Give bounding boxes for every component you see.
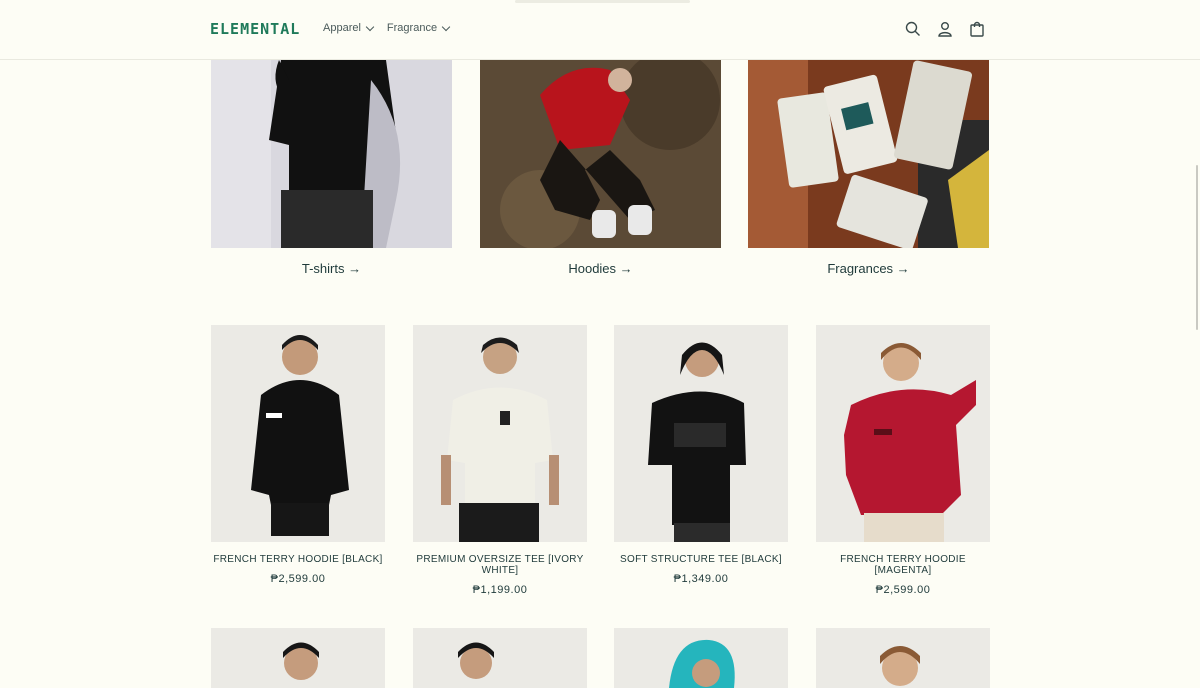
search-icon[interactable] (904, 20, 922, 38)
product-image[interactable] (614, 325, 788, 542)
category-image-hoodies[interactable] (480, 60, 721, 248)
product-card[interactable]: SOFT STRUCTURE TEE [BLACK] ₱1,349.00 (614, 325, 788, 585)
header-icons (904, 20, 986, 38)
product-card[interactable]: PREMIUM OVERSIZE TEE [IVORY WHITE] ₱1,19… (413, 325, 587, 596)
product-card[interactable]: FRENCH TERRY HOODIE [MAGENTA] ₱2,599.00 (816, 325, 990, 596)
chevron-down-icon (441, 22, 451, 31)
cart-icon[interactable] (968, 20, 986, 38)
product-price: ₱1,199.00 (472, 584, 528, 596)
page-scrollbar[interactable] (1196, 165, 1198, 330)
account-icon[interactable] (936, 20, 954, 38)
nav-apparel[interactable]: Apparel (323, 22, 375, 34)
product-price: ₱1,349.00 (673, 573, 729, 585)
nav-fragrance[interactable]: Fragrance (386, 22, 451, 34)
product-image[interactable] (413, 628, 587, 688)
chevron-down-icon (365, 22, 375, 31)
product-name[interactable]: FRENCH TERRY HOODIE [MAGENTA] (816, 554, 990, 576)
product-image[interactable] (816, 628, 990, 688)
product-image[interactable] (614, 628, 788, 688)
product-image[interactable] (211, 325, 385, 542)
top-scroll-indicator (515, 0, 690, 3)
category-image-tshirts[interactable] (211, 60, 452, 248)
product-card[interactable]: FRENCH TERRY HOODIE [BLACK] ₱2,599.00 (211, 325, 385, 585)
product-image[interactable] (413, 325, 587, 542)
category-link-tshirts[interactable]: T-shirts → (211, 261, 452, 276)
category-link-hoodies[interactable]: Hoodies → (480, 261, 721, 276)
product-name[interactable]: SOFT STRUCTURE TEE [BLACK] (614, 554, 788, 565)
site-header: ELEMENTAL Apparel Fragrance (0, 0, 1200, 60)
nav-apparel-label: Apparel (323, 22, 361, 34)
product-name[interactable]: FRENCH TERRY HOODIE [BLACK] (211, 554, 385, 565)
site-logo[interactable]: ELEMENTAL (210, 20, 300, 38)
product-price: ₱2,599.00 (875, 584, 931, 596)
product-name[interactable]: PREMIUM OVERSIZE TEE [IVORY WHITE] (413, 554, 587, 576)
product-price: ₱2,599.00 (270, 573, 326, 585)
main-nav: Apparel Fragrance (323, 22, 451, 34)
category-link-fragrances[interactable]: Fragrances → (748, 261, 989, 276)
nav-fragrance-label: Fragrance (386, 22, 438, 34)
product-image[interactable] (211, 628, 385, 688)
product-image[interactable] (816, 325, 990, 542)
category-image-fragrances[interactable] (748, 60, 989, 248)
